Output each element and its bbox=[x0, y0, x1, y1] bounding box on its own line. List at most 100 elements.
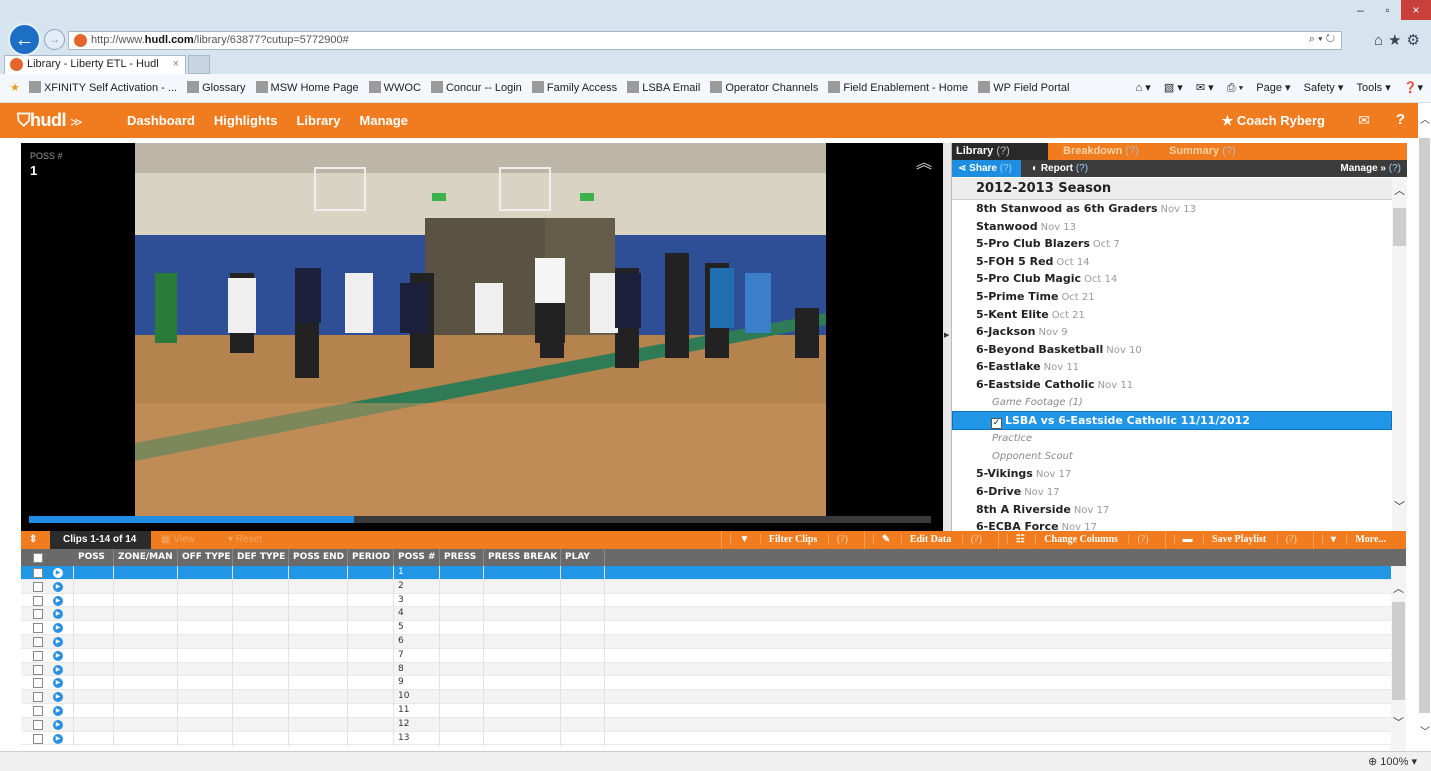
row-checkbox[interactable] bbox=[33, 692, 43, 703]
row-checkbox[interactable] bbox=[33, 581, 43, 592]
scroll-up-icon[interactable]: ︿ bbox=[1393, 580, 1404, 596]
close-window-button[interactable]: × bbox=[1401, 0, 1431, 20]
library-item[interactable]: 6-Jackson Nov 9 bbox=[952, 323, 1392, 341]
play-clip-icon[interactable]: ▶ bbox=[53, 733, 63, 744]
help-icon[interactable]: ❓▾ bbox=[1404, 82, 1423, 94]
play-clip-icon[interactable]: ▶ bbox=[53, 692, 63, 703]
address-bar[interactable]: http://www.hudl.com/library/63877?cutup=… bbox=[68, 31, 1342, 50]
home-icon[interactable]: ⌂ bbox=[1374, 32, 1388, 49]
col-header-off-type[interactable]: OFF TYPE bbox=[178, 549, 233, 566]
row-checkbox[interactable] bbox=[33, 664, 43, 675]
row-checkbox[interactable] bbox=[33, 678, 43, 689]
scroll-thumb[interactable] bbox=[1393, 208, 1406, 246]
play-clip-icon[interactable]: ▶ bbox=[53, 650, 63, 661]
row-checkbox[interactable] bbox=[33, 733, 43, 744]
row-checkbox[interactable] bbox=[33, 623, 43, 634]
library-item[interactable]: 8th A Riverside Nov 17 bbox=[952, 501, 1392, 519]
favorite-link[interactable]: Operator Channels bbox=[710, 74, 818, 102]
table-row[interactable]: ▶ 1 bbox=[21, 566, 1391, 580]
play-clip-icon[interactable]: ▶ bbox=[53, 595, 63, 606]
report-button[interactable]: ◐ Report (?) bbox=[1032, 160, 1088, 177]
poss-number-cell[interactable]: 13 bbox=[398, 732, 409, 745]
browser-tab[interactable]: Library - Liberty ETL - Hudl × bbox=[4, 55, 186, 74]
library-item[interactable]: 5-Kent Elite Oct 21 bbox=[952, 306, 1392, 324]
minimize-button[interactable]: – bbox=[1347, 0, 1374, 20]
favorites-star-icon[interactable]: ★ bbox=[1388, 32, 1406, 49]
library-item[interactable]: 6-Eastlake Nov 11 bbox=[952, 358, 1392, 376]
library-item[interactable]: 5-Vikings Nov 17 bbox=[952, 465, 1392, 483]
poss-number-cell[interactable]: 3 bbox=[398, 594, 404, 607]
share-button[interactable]: ⋖ Share (?) bbox=[952, 160, 1021, 177]
favorite-link[interactable]: WP Field Portal bbox=[978, 74, 1069, 102]
row-checkbox[interactable] bbox=[33, 568, 43, 578]
col-header-period[interactable]: PERIOD bbox=[348, 549, 394, 566]
table-row[interactable]: ▶ 2 bbox=[21, 579, 1391, 594]
row-checkbox[interactable] bbox=[33, 636, 43, 647]
scroll-thumb[interactable] bbox=[1392, 602, 1405, 700]
table-row[interactable]: ▶ 11 bbox=[21, 703, 1391, 718]
play-clip-icon[interactable]: ▶ bbox=[53, 719, 63, 730]
nav-manage[interactable]: Manage bbox=[360, 113, 408, 128]
manage-button[interactable]: Manage » (?) bbox=[1340, 160, 1401, 177]
library-item[interactable]: Stanwood Nov 13 bbox=[952, 218, 1392, 236]
col-header-play[interactable]: PLAY bbox=[561, 549, 605, 566]
scroll-thumb[interactable] bbox=[1419, 138, 1430, 713]
checkbox-checked-icon[interactable]: ✓ bbox=[991, 418, 1002, 430]
library-item[interactable]: 6-Eastside Catholic Nov 11 bbox=[952, 376, 1392, 394]
play-clip-icon[interactable]: ▶ bbox=[53, 664, 63, 675]
poss-number-cell[interactable]: 6 bbox=[398, 635, 404, 648]
row-checkbox[interactable] bbox=[33, 719, 43, 730]
poss-number-cell[interactable]: 1 bbox=[398, 566, 404, 579]
table-row[interactable]: ▶ 13 bbox=[21, 731, 1391, 746]
table-row[interactable]: ▶ 6 bbox=[21, 634, 1391, 649]
nav-dashboard[interactable]: Dashboard bbox=[127, 113, 195, 128]
scroll-up-icon[interactable]: ︿ bbox=[1394, 182, 1405, 198]
scroll-up-icon[interactable]: ︿ bbox=[1420, 111, 1430, 126]
row-checkbox[interactable] bbox=[33, 595, 43, 606]
hudl-logo[interactable]: ⛉hudl ≫ bbox=[17, 110, 83, 131]
table-row[interactable]: ▶ 12 bbox=[21, 717, 1391, 732]
forward-button[interactable]: → bbox=[44, 29, 65, 50]
save-playlist-button[interactable]: ▬ Save Playlist (?) bbox=[1164, 531, 1313, 549]
library-item[interactable]: 6-ECBA Force Nov 17 bbox=[952, 518, 1392, 531]
favorite-link[interactable]: WWOC bbox=[368, 74, 421, 102]
reset-toggle[interactable]: ▾ Reset bbox=[228, 531, 262, 549]
scroll-down-icon[interactable]: ﹀ bbox=[1420, 723, 1430, 738]
library-item[interactable]: 5-FOH 5 Red Oct 14 bbox=[952, 253, 1392, 271]
scroll-down-icon[interactable]: ﹀ bbox=[1394, 498, 1405, 514]
col-header-poss-num[interactable]: POSS # bbox=[394, 549, 440, 566]
home-icon[interactable]: ⌂ ▾ bbox=[1136, 82, 1151, 94]
tab-close-icon[interactable]: × bbox=[173, 56, 179, 73]
library-item[interactable]: 6-Drive Nov 17 bbox=[952, 483, 1392, 501]
table-row[interactable]: ▶ 8 bbox=[21, 662, 1391, 677]
page-menu[interactable]: Page ▾ bbox=[1256, 82, 1290, 94]
poss-number-cell[interactable]: 9 bbox=[398, 676, 404, 689]
safety-menu[interactable]: Safety ▾ bbox=[1304, 82, 1344, 94]
library-item[interactable]: 8th Stanwood as 6th Graders Nov 13 bbox=[952, 200, 1392, 218]
edit-data-button[interactable]: ✎ Edit Data (?) bbox=[863, 531, 998, 549]
opponent-scout-folder[interactable]: Opponent Scout bbox=[952, 448, 1392, 466]
add-favorites-icon[interactable]: ★ bbox=[10, 74, 20, 102]
tab-summary[interactable]: Summary (?) bbox=[1169, 143, 1236, 159]
library-item[interactable]: 5-Prime Time Oct 21 bbox=[952, 288, 1392, 306]
mail-icon[interactable]: ✉ ▾ bbox=[1196, 82, 1214, 94]
row-checkbox[interactable] bbox=[33, 650, 43, 661]
poss-number-cell[interactable]: 2 bbox=[398, 580, 404, 593]
new-tab-button[interactable] bbox=[188, 55, 210, 74]
row-checkbox[interactable] bbox=[33, 705, 43, 716]
help-icon[interactable]: ? bbox=[1396, 111, 1405, 128]
feeds-icon[interactable]: ▧ ▾ bbox=[1164, 82, 1183, 94]
poss-number-cell[interactable]: 12 bbox=[398, 718, 409, 731]
col-header-poss[interactable]: POSS bbox=[74, 549, 114, 566]
game-footage-folder[interactable]: Game Footage (1) bbox=[952, 394, 1392, 412]
video-player[interactable]: POSS # 1 ︽ bbox=[21, 143, 943, 531]
row-checkbox[interactable] bbox=[33, 609, 43, 620]
filter-clips-button[interactable]: ▼ Filter Clips (?) bbox=[721, 531, 863, 549]
favorite-link[interactable]: LSBA Email bbox=[627, 74, 700, 102]
table-row[interactable]: ▶ 7 bbox=[21, 648, 1391, 663]
play-clip-icon[interactable]: ▶ bbox=[53, 636, 63, 647]
favorite-link[interactable]: Concur -- Login bbox=[430, 74, 522, 102]
play-clip-icon[interactable]: ▶ bbox=[53, 568, 63, 578]
library-item[interactable]: 6-Beyond Basketball Nov 10 bbox=[952, 341, 1392, 359]
view-toggle[interactable]: ▦ View bbox=[161, 531, 195, 549]
